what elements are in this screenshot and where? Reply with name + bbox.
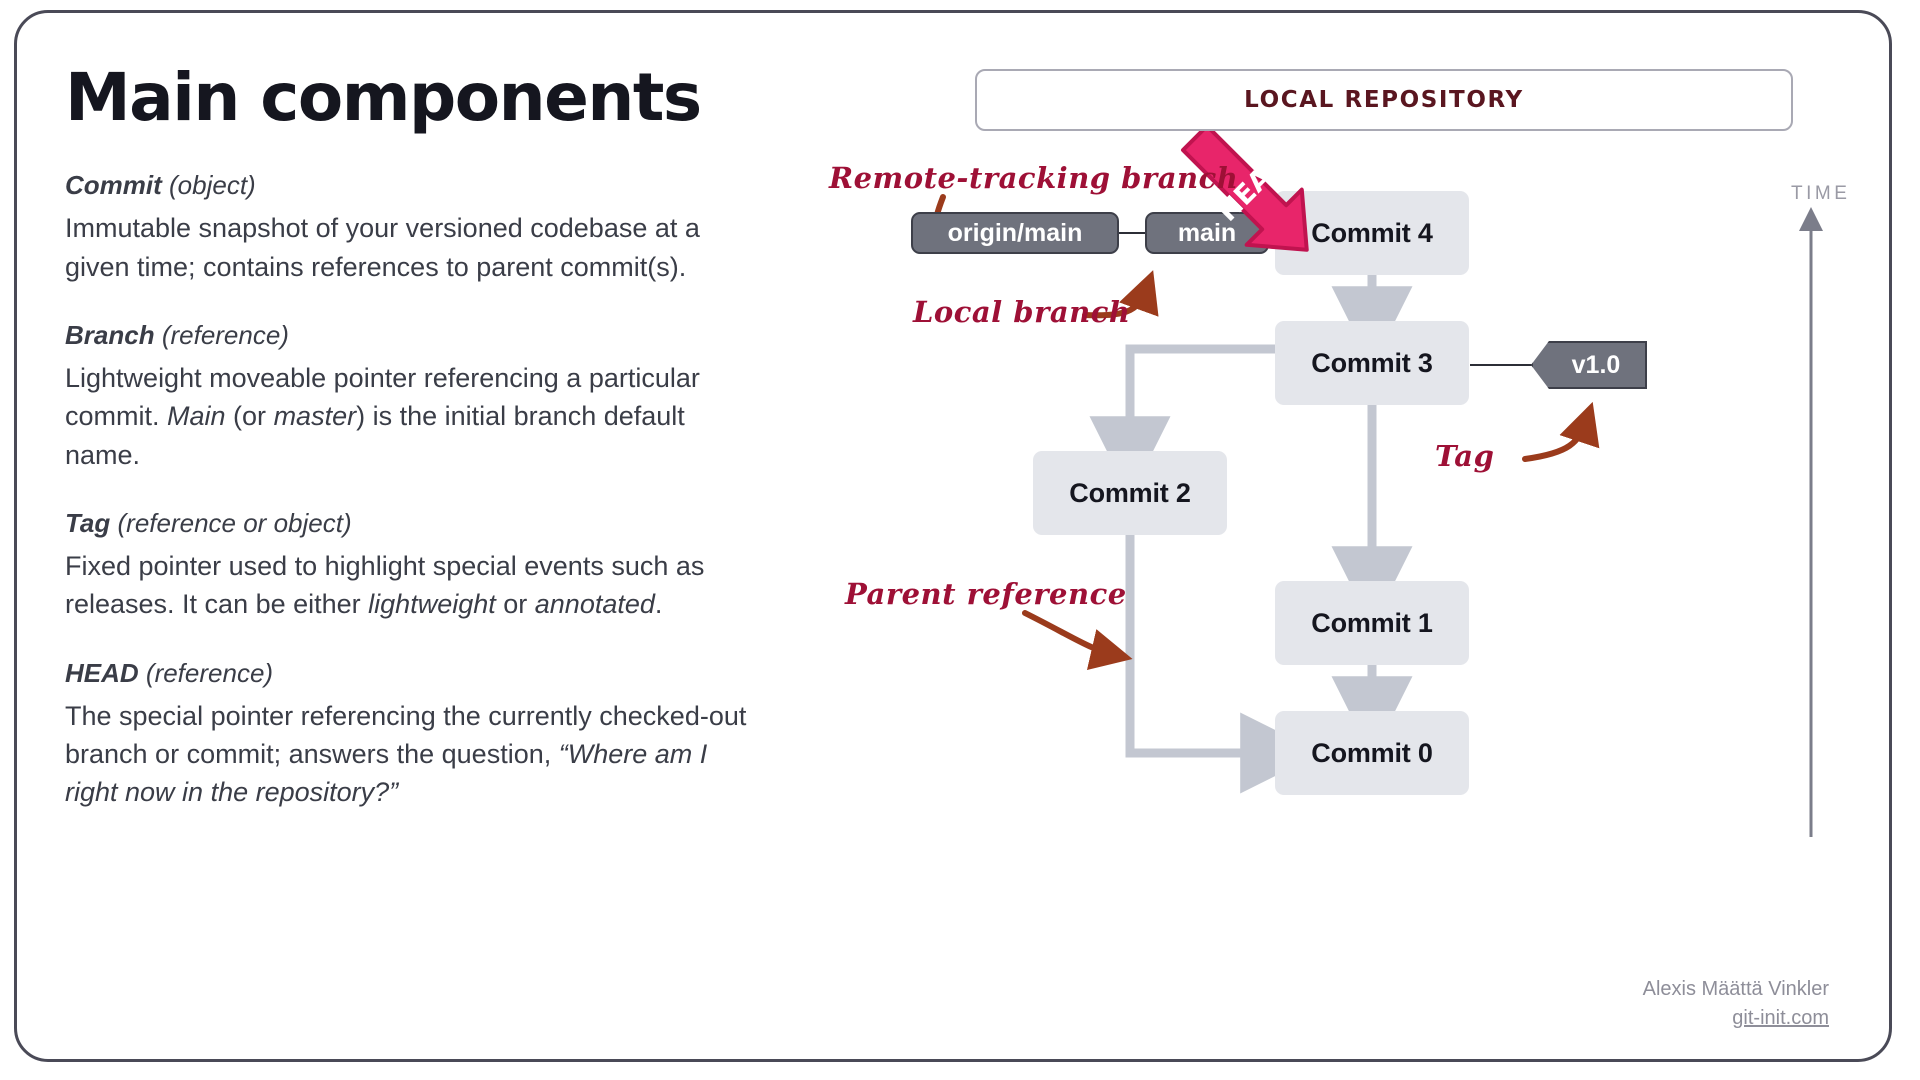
annotation-parent-reference: Parent reference bbox=[845, 577, 1127, 611]
time-axis-label: TIME bbox=[1791, 183, 1851, 204]
repository-diagram: LOCAL REPOSITORY Commit 4 Commit 3 Commi… bbox=[829, 47, 1893, 1057]
term-heading-commit: Commit (object) bbox=[65, 170, 925, 201]
term-kind-tag: (reference or object) bbox=[117, 507, 352, 538]
term-kind-branch: (reference) bbox=[161, 319, 289, 350]
term-heading-head: HEAD (reference) bbox=[65, 658, 925, 689]
commit-node-commit-2[interactable]: Commit 2 bbox=[1033, 451, 1227, 535]
credit-author: Alexis Määttä Vinkler bbox=[1642, 978, 1829, 1000]
term-kind-head: (reference) bbox=[145, 657, 274, 688]
term-description-head: The special pointer referencing the curr… bbox=[65, 700, 747, 808]
term-name-commit: Commit bbox=[65, 170, 162, 201]
annotation-remote-tracking-branch: Remote-tracking branch bbox=[829, 161, 1239, 195]
term-name-branch: Branch bbox=[65, 319, 155, 350]
ref-pill-origin-main[interactable]: origin/main bbox=[911, 212, 1119, 254]
term-description-branch: Lightweight moveable pointer referencing… bbox=[65, 362, 700, 470]
term-description-commit: Immutable snapshot of your versioned cod… bbox=[65, 213, 700, 282]
slide-card: Main components Commit (object) Immutabl… bbox=[14, 10, 1892, 1062]
definitions-column: Main components Commit (object) Immutabl… bbox=[65, 63, 925, 846]
head-arrow-badge: HEAD bbox=[1180, 131, 1309, 252]
local-repository-label: LOCAL REPOSITORY bbox=[1244, 87, 1524, 113]
ref-link-origin-to-main bbox=[1118, 232, 1146, 234]
tag-link-commit3 bbox=[1470, 364, 1532, 366]
commit-node-commit-3[interactable]: Commit 3 bbox=[1275, 321, 1469, 405]
annotation-local-branch: Local branch bbox=[913, 295, 1131, 329]
commit-node-commit-1[interactable]: Commit 1 bbox=[1275, 581, 1469, 665]
term-heading-tag: Tag (reference or object) bbox=[65, 508, 925, 539]
term-kind-commit: (object) bbox=[169, 170, 256, 201]
term-description-tag: Fixed pointer used to highlight special … bbox=[65, 550, 705, 620]
annotation-tag: Tag bbox=[1435, 439, 1495, 473]
page-title: Main components bbox=[65, 59, 702, 136]
term-heading-branch: Branch (reference) bbox=[65, 320, 925, 351]
tag-badge-v1-0[interactable]: v1.0 bbox=[1531, 341, 1647, 389]
term-name-head: HEAD bbox=[65, 657, 139, 688]
credit-block: Alexis Määttä Vinkler git-init.com bbox=[1643, 975, 1829, 1033]
commit-node-commit-0[interactable]: Commit 0 bbox=[1275, 711, 1469, 795]
credit-site-link[interactable]: git-init.com bbox=[1643, 1004, 1829, 1033]
local-repository-banner: LOCAL REPOSITORY bbox=[975, 69, 1793, 131]
term-name-tag: Tag bbox=[65, 507, 111, 538]
